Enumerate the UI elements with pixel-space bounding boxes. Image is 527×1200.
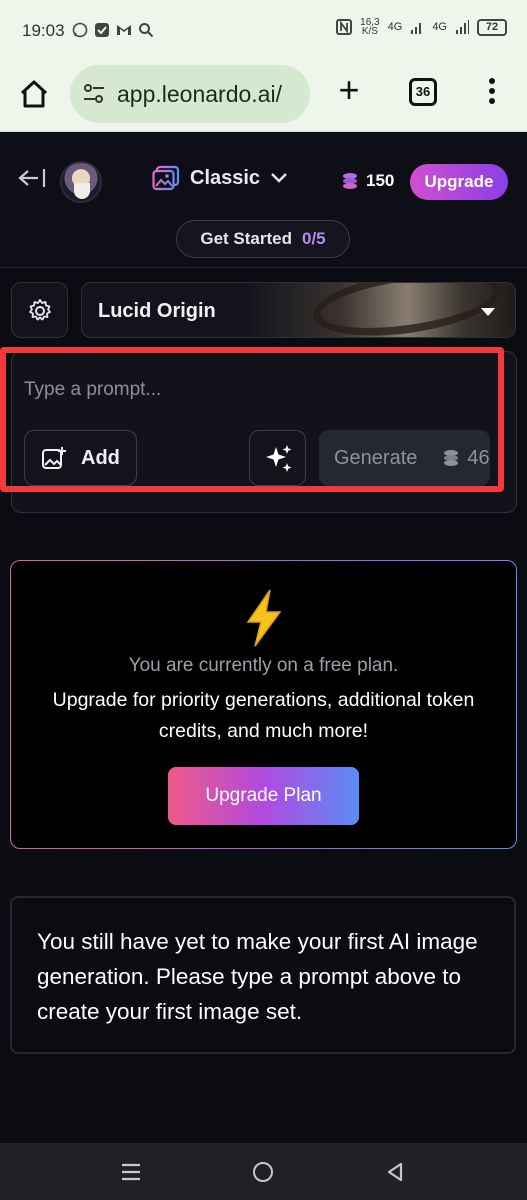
collapse-sidebar-icon[interactable] [16,167,46,189]
gear-icon [29,299,51,321]
lightning-icon [246,589,282,647]
system-navigation-bar [0,1143,527,1200]
free-plan-card: You are currently on a free plan. Upgrad… [10,560,517,849]
whatsapp-icon [72,22,88,38]
back-icon[interactable] [386,1162,404,1182]
image-gallery-icon [152,165,180,191]
get-started-button[interactable]: Get Started 0/5 [176,220,350,258]
generation-settings-button[interactable] [11,282,68,338]
upgrade-button[interactable]: Upgrade [410,164,508,200]
coins-icon [343,173,357,189]
annotation-highlight-box [0,347,504,492]
tab-switcher-button[interactable]: 36 [409,78,437,106]
check-box-icon [95,23,109,37]
mode-switcher[interactable]: Classic [152,165,288,191]
mode-label: Classic [190,166,261,189]
empty-state-text: You still have yet to make your first AI… [37,929,478,1024]
address-bar[interactable]: app.leonardo.ai/ [70,65,310,123]
notification-icons [72,22,154,38]
upgrade-plan-button[interactable]: Upgrade Plan [168,767,359,825]
token-count: 150 [366,171,395,190]
battery-indicator: 72 [477,18,507,36]
signal-icon-2 [456,20,469,34]
home-icon[interactable] [18,78,50,110]
network-type-1: 4G [387,21,403,33]
get-started-label: Get Started [200,229,292,248]
empty-state-card: You still have yet to make your first AI… [10,896,516,1054]
home-nav-icon[interactable] [253,1162,273,1182]
network-type-2: 4G [432,21,447,33]
search-icon [139,23,154,38]
model-name: Lucid Origin [98,300,216,322]
app-header: Classic 150 Upgrade Get Started 0/5 [0,133,527,268]
model-selector[interactable]: Lucid Origin [81,282,516,338]
url-text[interactable]: app.leonardo.ai/ [117,81,307,108]
plan-status-text: You are currently on a free plan. [128,655,399,676]
site-settings-icon[interactable] [82,83,106,105]
network-speed: 16,3 K/S [360,17,380,37]
browser-toolbar: app.leonardo.ai/ + 36 [0,62,527,132]
status-time: 19:03 [22,21,65,40]
nfc-icon [336,19,353,35]
more-options-icon[interactable] [488,78,496,108]
status-bar: 19:03 16,3 K/S 4G 4G 72 [0,0,527,62]
gmail-icon [117,25,131,35]
system-icons: 16,3 K/S 4G 4G 72 [336,17,507,37]
chevron-down-icon [271,173,287,183]
caret-down-icon [481,308,495,316]
token-balance[interactable]: 150 [340,171,394,191]
signal-icon [411,23,422,34]
new-tab-icon[interactable]: + [334,72,364,108]
recent-apps-icon[interactable] [120,1163,142,1181]
get-started-progress: 0/5 [302,229,326,248]
avatar[interactable] [60,161,102,203]
plan-upgrade-text: Upgrade for priority generations, additi… [52,689,475,742]
